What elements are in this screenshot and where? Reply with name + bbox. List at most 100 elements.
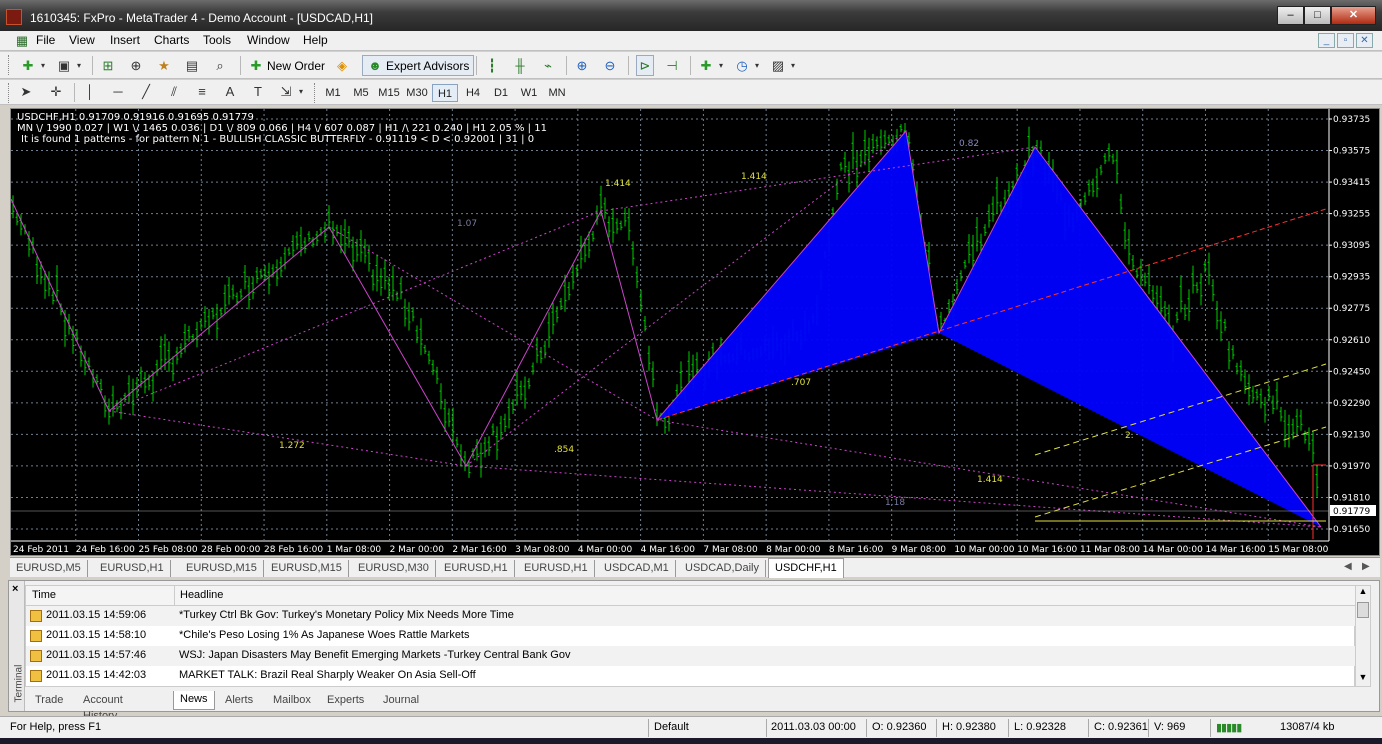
mdi-minimize-button[interactable]: _: [1318, 33, 1335, 48]
market-watch-button[interactable]: ⊞: [100, 56, 116, 76]
tab-news[interactable]: News: [173, 691, 215, 710]
chart-tab-eurusd-h1[interactable]: EURUSD,H1: [94, 560, 171, 577]
time-axis-label: 10 Mar 00:00: [954, 545, 1014, 555]
chart-tab-eurusd-m15[interactable]: EURUSD,M15: [180, 560, 264, 577]
zoom-out-button[interactable]: ⊖: [602, 56, 618, 76]
menu-file[interactable]: File: [36, 33, 55, 47]
status-divider: [648, 719, 649, 737]
timeframe-m15[interactable]: M15: [376, 84, 402, 102]
price-chart[interactable]: 0.93735 0.93575 0.93415 0.93255 0.93095 0.929…: [10, 108, 1380, 556]
menu-view[interactable]: View: [69, 33, 95, 47]
scroll-up-icon[interactable]: ▲: [1356, 586, 1370, 600]
templates-button[interactable]: ▨ ▾: [770, 56, 797, 76]
tab-trade[interactable]: Trade: [29, 692, 69, 709]
ratio-link: [600, 146, 1036, 212]
arrows-button[interactable]: ⇲ ▾: [278, 82, 305, 102]
navigator-button[interactable]: ★: [156, 56, 172, 76]
terminal-button[interactable]: ▤: [184, 56, 200, 76]
tab-experts[interactable]: Experts: [321, 692, 370, 709]
news-icon: [30, 630, 42, 642]
column-time[interactable]: Time: [32, 589, 56, 601]
chart-tab-eurusd-m15-2[interactable]: EURUSD,M15: [265, 560, 349, 577]
crosshair-button[interactable]: ✛: [48, 82, 64, 102]
zoom-in-button[interactable]: ⊕: [574, 56, 590, 76]
column-divider[interactable]: [174, 586, 175, 606]
expert-advisors-button[interactable]: ☻ Expert Advisors: [362, 55, 475, 76]
strategy-tester-button[interactable]: ⌕: [212, 56, 228, 76]
scroll-thumb[interactable]: [1357, 602, 1369, 618]
minimize-button[interactable]: –: [1277, 6, 1304, 25]
column-headline[interactable]: Headline: [180, 589, 223, 601]
fibonacci-icon: ≡: [198, 84, 206, 99]
auto-scroll-button[interactable]: ⊳: [636, 55, 654, 76]
cursor-button[interactable]: ➤: [18, 82, 34, 102]
tab-alerts[interactable]: Alerts: [219, 692, 259, 709]
line-chart-button[interactable]: ⌁: [540, 56, 556, 76]
chart-tab-usdcad-m1[interactable]: USDCAD,M1: [598, 560, 676, 577]
mdi-restore-button[interactable]: ▫: [1337, 33, 1354, 48]
time-axis-label: 15 Mar 08:00: [1268, 545, 1328, 555]
timeframe-m30[interactable]: M30: [404, 84, 430, 102]
data-window-button[interactable]: ⊕: [128, 56, 144, 76]
price-axis-label: 0.93735: [1333, 115, 1370, 125]
bar-chart-button[interactable]: ┇: [484, 56, 500, 76]
status-traffic: 13087/4 kb: [1280, 721, 1335, 733]
news-row[interactable]: 2011.03.15 14:59:06 *Turkey Ctrl Bk Gov: …: [26, 606, 1356, 626]
tab-mailbox[interactable]: Mailbox: [267, 692, 317, 709]
close-button[interactable]: ✕: [1331, 6, 1376, 25]
chart-tab-eurusd-m5[interactable]: EURUSD,M5: [10, 560, 88, 577]
indicators-button[interactable]: ✚ ▾: [698, 56, 725, 76]
alert-button[interactable]: ◈: [334, 56, 350, 76]
tab-account-history[interactable]: Account History: [77, 692, 129, 722]
chart-tab-eurusd-h1-3[interactable]: EURUSD,H1: [518, 560, 595, 577]
profiles-button[interactable]: ▣ ▾: [56, 56, 83, 76]
menu-help[interactable]: Help: [303, 33, 328, 47]
horizontal-line-button[interactable]: ─: [110, 82, 126, 102]
tab-scroll-left-icon[interactable]: ◀: [1344, 561, 1352, 572]
text-label-button[interactable]: T: [250, 82, 266, 102]
mdi-close-button[interactable]: ✕: [1356, 33, 1373, 48]
tab-journal[interactable]: Journal: [377, 692, 425, 709]
chart-tab-eurusd-m30[interactable]: EURUSD,M30: [352, 560, 436, 577]
trendline-button[interactable]: ╱: [138, 82, 154, 102]
tab-scroll-right-icon[interactable]: ▶: [1362, 561, 1370, 572]
timeframe-h4[interactable]: H4: [460, 84, 486, 102]
menu-charts[interactable]: Charts: [154, 33, 189, 47]
maximize-button[interactable]: □: [1304, 6, 1331, 25]
chart-tab-eurusd-h1-2[interactable]: EURUSD,H1: [438, 560, 515, 577]
timeframe-mn[interactable]: MN: [544, 84, 570, 102]
time-axis-label: 9 Mar 08:00: [892, 545, 947, 555]
periods-button[interactable]: ◷ ▾: [734, 56, 761, 76]
news-icon: [30, 610, 42, 622]
news-row[interactable]: 2011.03.15 14:42:03 MARKET TALK: Brazil R…: [26, 666, 1356, 686]
dropdown-icon: ▾: [298, 87, 303, 96]
fibonacci-button[interactable]: ≡: [194, 82, 210, 102]
news-row[interactable]: 2011.03.15 14:58:10 *Chile's Peso Losing …: [26, 626, 1356, 646]
timeframe-w1[interactable]: W1: [516, 84, 542, 102]
menu-insert[interactable]: Insert: [110, 33, 140, 47]
equidistant-channel-button[interactable]: ⫽: [166, 82, 182, 102]
news-scrollbar[interactable]: ▲ ▼: [1355, 585, 1371, 687]
status-open: O: 0.92360: [872, 721, 927, 733]
timeframe-h1[interactable]: H1: [432, 84, 458, 102]
chart-tab-usdcad-daily[interactable]: USDCAD,Daily: [679, 560, 766, 577]
timeframe-m5[interactable]: M5: [348, 84, 374, 102]
menu-window[interactable]: Window: [247, 33, 290, 47]
text-button[interactable]: A: [222, 82, 238, 102]
news-row[interactable]: 2011.03.15 14:57:46 WSJ: Japan Disasters …: [26, 646, 1356, 666]
timeframe-d1[interactable]: D1: [488, 84, 514, 102]
timeframe-m1[interactable]: M1: [320, 84, 346, 102]
scroll-down-icon[interactable]: ▼: [1356, 672, 1370, 686]
vertical-line-button[interactable]: │: [82, 82, 98, 102]
app-icon: [6, 9, 22, 25]
chart-tab-usdchf-h1[interactable]: USDCHF,H1: [768, 558, 844, 578]
template-icon: ▨: [771, 58, 785, 73]
terminal-close-button[interactable]: ×: [12, 583, 18, 595]
time-axis-label: 2 Mar 16:00: [452, 545, 507, 555]
new-order-button[interactable]: ✚ New Order: [248, 56, 325, 76]
chart-canvas[interactable]: 0.93735 0.93575 0.93415 0.93255 0.93095 0.929…: [11, 109, 1379, 555]
menu-tools[interactable]: Tools: [203, 33, 231, 47]
new-chart-button[interactable]: ✚ ▾: [20, 56, 47, 76]
chart-shift-button[interactable]: ⊣: [664, 56, 680, 76]
candlestick-button[interactable]: ╫: [512, 56, 528, 76]
